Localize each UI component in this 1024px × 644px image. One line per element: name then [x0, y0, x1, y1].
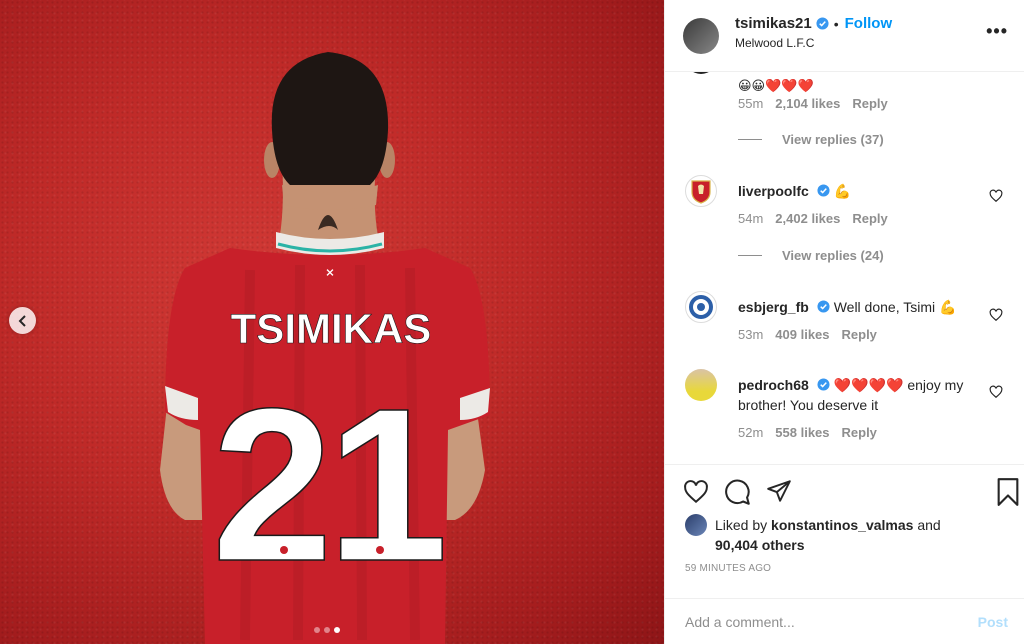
comment-bubble-icon[interactable]: [724, 479, 751, 506]
verified-badge-icon: [817, 300, 830, 313]
instagram-post-view: ⨯ TSIMIKAS 21 tsimikas21 • Follow Melwoo…: [0, 0, 1024, 644]
replies-divider: [738, 255, 762, 256]
comment-time[interactable]: 52m: [738, 425, 763, 440]
follow-button[interactable]: Follow: [845, 15, 893, 32]
comment-item: pedroch68 ❤️❤️❤️❤️ enjoy my brother! You…: [685, 369, 1005, 415]
comment-meta: 54m 2,402 likes Reply: [738, 211, 888, 226]
like-heart-icon[interactable]: [682, 479, 710, 505]
others-count-link[interactable]: 90,404 others: [715, 537, 805, 553]
post-actions-section: Liked by konstantinos_valmas and 90,404 …: [665, 464, 1024, 644]
verified-badge-icon: [817, 378, 830, 391]
verified-badge-icon: [816, 17, 829, 30]
carousel-dot: [314, 627, 320, 633]
comment-meta: 55m 2,104 likes Reply: [738, 96, 888, 111]
reply-button[interactable]: Reply: [852, 96, 887, 111]
comment-username[interactable]: pedroch68: [738, 377, 809, 393]
comment-text: 😀😀❤️❤️❤️: [738, 78, 814, 93]
post-timestamp[interactable]: 59 MINUTES AGO: [685, 563, 771, 574]
reply-button[interactable]: Reply: [842, 327, 877, 342]
comment-meta: 52m 558 likes Reply: [738, 425, 877, 440]
verified-badge-icon: [817, 184, 830, 197]
liker-avatar[interactable]: [685, 514, 707, 536]
comment-avatar[interactable]: [685, 175, 717, 207]
post-side-panel: tsimikas21 • Follow Melwood L.F.C ••• 😀😀…: [664, 0, 1024, 644]
liked-by-and: and: [917, 517, 941, 533]
comment-text: 💪: [833, 183, 852, 199]
author-username[interactable]: tsimikas21: [735, 15, 812, 32]
number-crest-right: [376, 546, 384, 554]
comment-likes[interactable]: 2,104 likes: [775, 96, 840, 111]
like-comment-heart-icon[interactable]: [989, 308, 1003, 322]
share-paper-plane-icon[interactable]: [766, 478, 792, 504]
player-back-illustration: ⨯ TSIMIKAS 21: [160, 52, 490, 644]
comment-avatar[interactable]: [685, 291, 717, 323]
add-comment-bar: Post: [665, 598, 1024, 644]
comment-meta: 53m 409 likes Reply: [738, 327, 877, 342]
comment-input[interactable]: [685, 614, 978, 630]
like-comment-heart-icon[interactable]: [989, 189, 1003, 203]
view-replies-button[interactable]: View replies (24): [738, 248, 884, 263]
liked-by-username[interactable]: konstantinos_valmas: [771, 517, 913, 533]
separator-dot: •: [833, 15, 839, 32]
liked-by-prefix: Liked by: [715, 517, 768, 533]
liverpool-crest-icon: [691, 180, 711, 204]
view-replies-label: View replies (24): [782, 248, 884, 263]
replies-divider: [738, 139, 762, 140]
author-info: tsimikas21 • Follow Melwood L.F.C: [735, 15, 892, 50]
reply-button[interactable]: Reply: [842, 425, 877, 440]
post-photo[interactable]: ⨯ TSIMIKAS 21: [0, 0, 664, 644]
more-options-icon[interactable]: •••: [986, 22, 1008, 40]
reply-button[interactable]: Reply: [852, 211, 887, 226]
carousel-dot-active: [334, 627, 340, 633]
comment-avatar[interactable]: [685, 72, 717, 74]
comment-item: esbjerg_fb Well done, Tsimi 💪: [685, 291, 1005, 323]
like-comment-heart-icon[interactable]: [989, 385, 1003, 399]
comment-likes[interactable]: 409 likes: [775, 327, 829, 342]
carousel-indicator: [314, 627, 340, 633]
save-bookmark-icon[interactable]: [996, 478, 1020, 506]
view-replies-button[interactable]: View replies (37): [738, 132, 884, 147]
post-comment-button[interactable]: Post: [978, 614, 1008, 630]
brand-logo: ⨯: [325, 267, 334, 279]
comment-avatar[interactable]: [685, 369, 717, 401]
comment-item: liverpoolfc 💪: [685, 175, 1005, 207]
chevron-left-icon: [18, 314, 26, 327]
number-crest-left: [280, 546, 288, 554]
comment-likes[interactable]: 2,402 likes: [775, 211, 840, 226]
previous-slide-button[interactable]: [9, 307, 36, 334]
comment-text: Well done, Tsimi 💪: [833, 299, 957, 315]
post-header: tsimikas21 • Follow Melwood L.F.C •••: [665, 0, 1024, 72]
jersey-name: TSIMIKAS: [231, 305, 432, 352]
author-avatar[interactable]: [683, 17, 719, 54]
view-replies-label: View replies (37): [782, 132, 884, 147]
post-location[interactable]: Melwood L.F.C: [735, 36, 892, 50]
esbjerg-crest-icon: [689, 295, 713, 319]
liked-by-summary: Liked by konstantinos_valmas and 90,404 …: [685, 514, 941, 555]
comment-username[interactable]: esbjerg_fb: [738, 299, 809, 315]
comment-likes[interactable]: 558 likes: [775, 425, 829, 440]
comment-time[interactable]: 53m: [738, 327, 763, 342]
comment-username[interactable]: liverpoolfc: [738, 183, 809, 199]
carousel-dot: [324, 627, 330, 633]
comment-time[interactable]: 54m: [738, 211, 763, 226]
jersey-number: 21: [212, 364, 443, 607]
comment-time[interactable]: 55m: [738, 96, 763, 111]
hair: [271, 52, 389, 185]
